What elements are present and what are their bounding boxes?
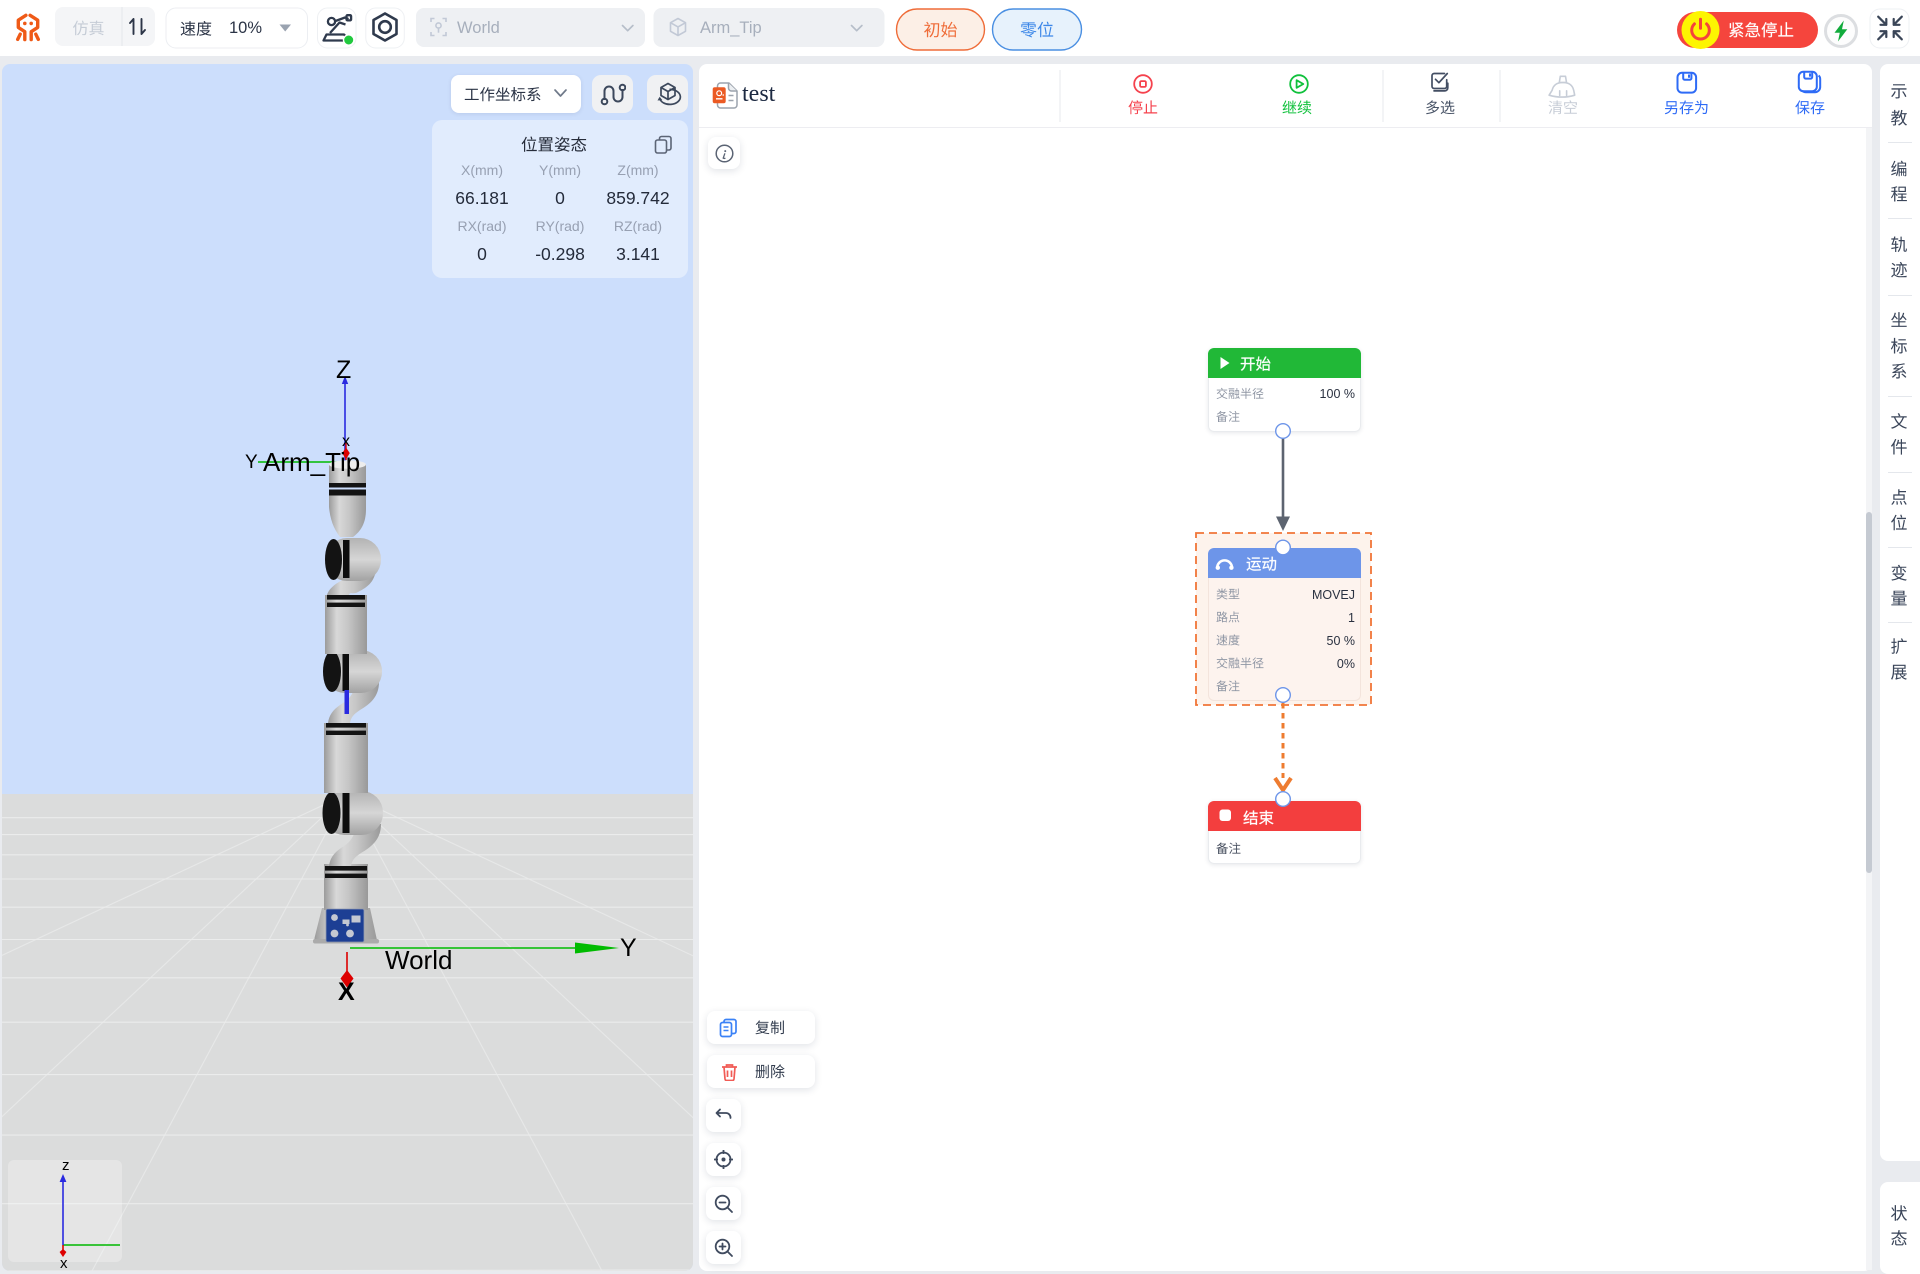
svg-text:z: z bbox=[62, 1157, 70, 1174]
svg-text:Z: Z bbox=[336, 356, 351, 384]
svg-text:x: x bbox=[60, 1255, 68, 1271]
svg-text:X: X bbox=[338, 978, 355, 1006]
svg-text:Arm_Tip: Arm_Tip bbox=[263, 447, 360, 477]
svg-text:World: World bbox=[385, 945, 452, 975]
svg-text:Y: Y bbox=[245, 452, 258, 473]
svg-text:x: x bbox=[342, 433, 350, 450]
svg-text:Y: Y bbox=[620, 934, 637, 962]
